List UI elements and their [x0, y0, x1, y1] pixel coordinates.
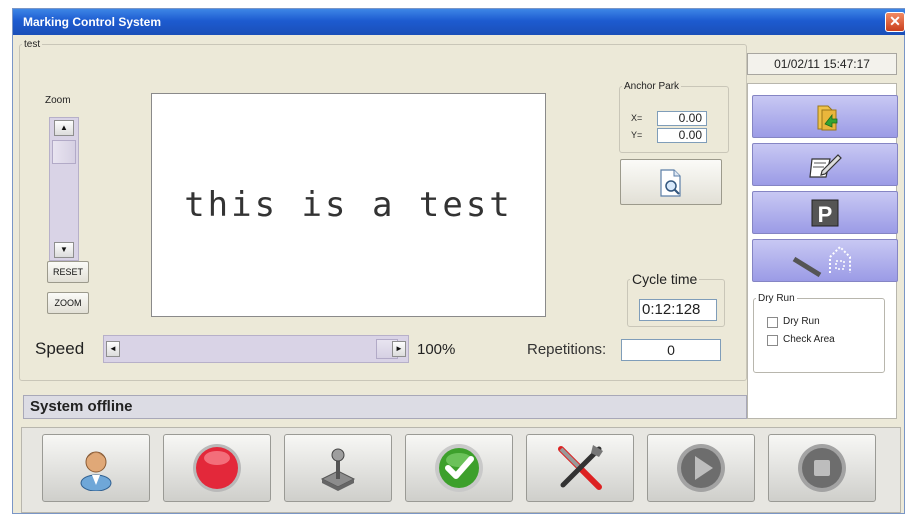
marking-preview[interactable]: this is a test [151, 93, 546, 317]
datetime-display: 01/02/11 15:47:17 [747, 53, 897, 75]
open-file-icon [817, 105, 838, 130]
pause-button[interactable] [768, 434, 876, 502]
anchor-x-label: X= [631, 113, 643, 123]
edit-button[interactable] [752, 143, 898, 186]
play-button[interactable] [647, 434, 755, 502]
check-icon [435, 444, 483, 492]
preview-text: this is a test [184, 185, 513, 225]
speed-label: Speed [35, 339, 85, 358]
zoom-button[interactable]: ZOOM [47, 292, 89, 314]
cycle-time-title: Cycle time [632, 271, 698, 287]
joystick-icon [320, 448, 356, 491]
repetitions-label: Repetitions: [527, 341, 607, 358]
tools-icon [558, 445, 603, 490]
user-icon [80, 451, 112, 491]
status-bar: System offline [23, 395, 747, 419]
settings-tools-button[interactable] [526, 434, 634, 502]
zoom-scrollbar[interactable]: ▲ ▼ [49, 117, 79, 261]
marking-area-icon [792, 245, 851, 277]
dry-run-checkbox-label: Dry Run [783, 316, 820, 327]
open-file-button[interactable] [752, 95, 898, 138]
dry-run-checkbox[interactable] [767, 317, 778, 328]
check-area-checkbox-label: Check Area [783, 334, 835, 345]
repetitions-field[interactable]: 0 [621, 339, 721, 361]
dry-run-title: Dry Run [758, 293, 795, 304]
confirm-button[interactable] [405, 434, 513, 502]
stop-button[interactable] [163, 434, 271, 502]
scroll-up-icon[interactable]: ▲ [54, 120, 74, 136]
scroll-left-icon[interactable]: ◄ [106, 341, 120, 357]
reset-button[interactable]: RESET [47, 261, 89, 283]
play-icon [677, 444, 725, 492]
park-icon: P [811, 199, 839, 227]
cycle-time-field: 0:12:128 [639, 299, 717, 321]
scroll-down-icon[interactable]: ▼ [54, 242, 74, 258]
scroll-right-icon[interactable]: ► [392, 341, 406, 357]
title-bar: Marking Control System ✕ [13, 9, 905, 35]
zoom-scroll-thumb[interactable] [52, 140, 76, 164]
window-title: Marking Control System [23, 15, 162, 29]
document-search-icon [660, 169, 681, 197]
bottom-toolbar [21, 427, 901, 513]
stop-icon [193, 444, 241, 492]
joystick-button[interactable] [284, 434, 392, 502]
anchor-park-title: Anchor Park [624, 81, 680, 92]
marking-area-button[interactable] [752, 239, 898, 282]
dry-run-group: Dry Run [753, 293, 885, 373]
user-button[interactable] [42, 434, 150, 502]
edit-icon [809, 153, 842, 178]
close-icon[interactable]: ✕ [885, 12, 905, 32]
pause-icon [798, 444, 846, 492]
anchor-x-field[interactable]: 0.00 [657, 111, 707, 126]
check-area-checkbox[interactable] [767, 335, 778, 346]
anchor-y-label: Y= [631, 130, 643, 140]
main-window: Marking Control System ✕ test Zoom ▲ ▼ R… [12, 8, 905, 514]
zoom-label: Zoom [45, 95, 71, 106]
park-glyph: P [818, 202, 833, 227]
anchor-y-field[interactable]: 0.00 [657, 128, 707, 143]
speed-slider[interactable]: ◄ ► [103, 335, 409, 363]
preview-group-title: test [24, 39, 41, 50]
preview-document-button[interactable] [620, 159, 722, 205]
park-button[interactable]: P [752, 191, 898, 234]
speed-value: 100% [417, 341, 456, 358]
